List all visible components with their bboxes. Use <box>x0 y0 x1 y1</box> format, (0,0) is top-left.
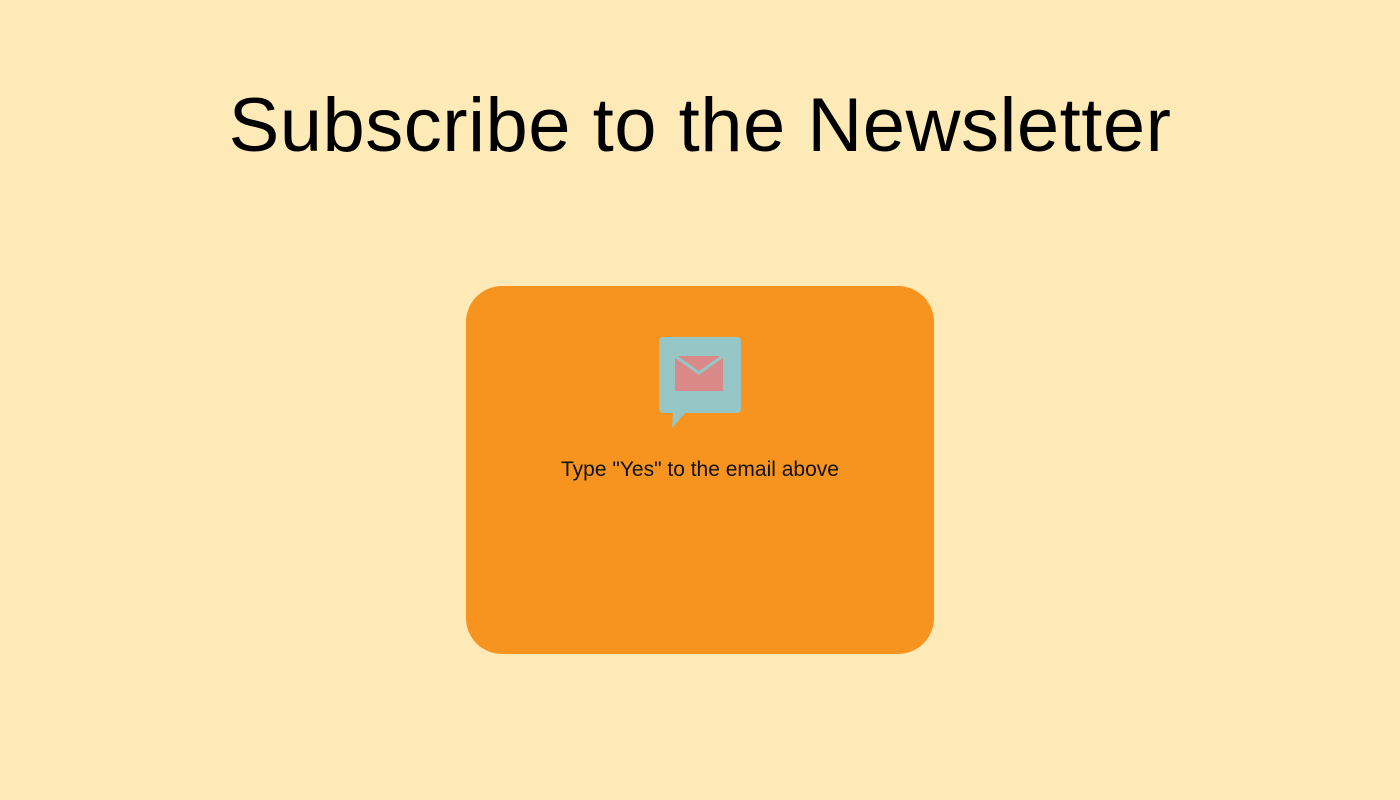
instruction-text: Type "Yes" to the email above <box>561 458 839 481</box>
subscribe-card: Type "Yes" to the email above <box>466 286 934 654</box>
mail-chat-bubble-icon <box>659 337 741 429</box>
page-title: Subscribe to the Newsletter <box>228 83 1172 168</box>
